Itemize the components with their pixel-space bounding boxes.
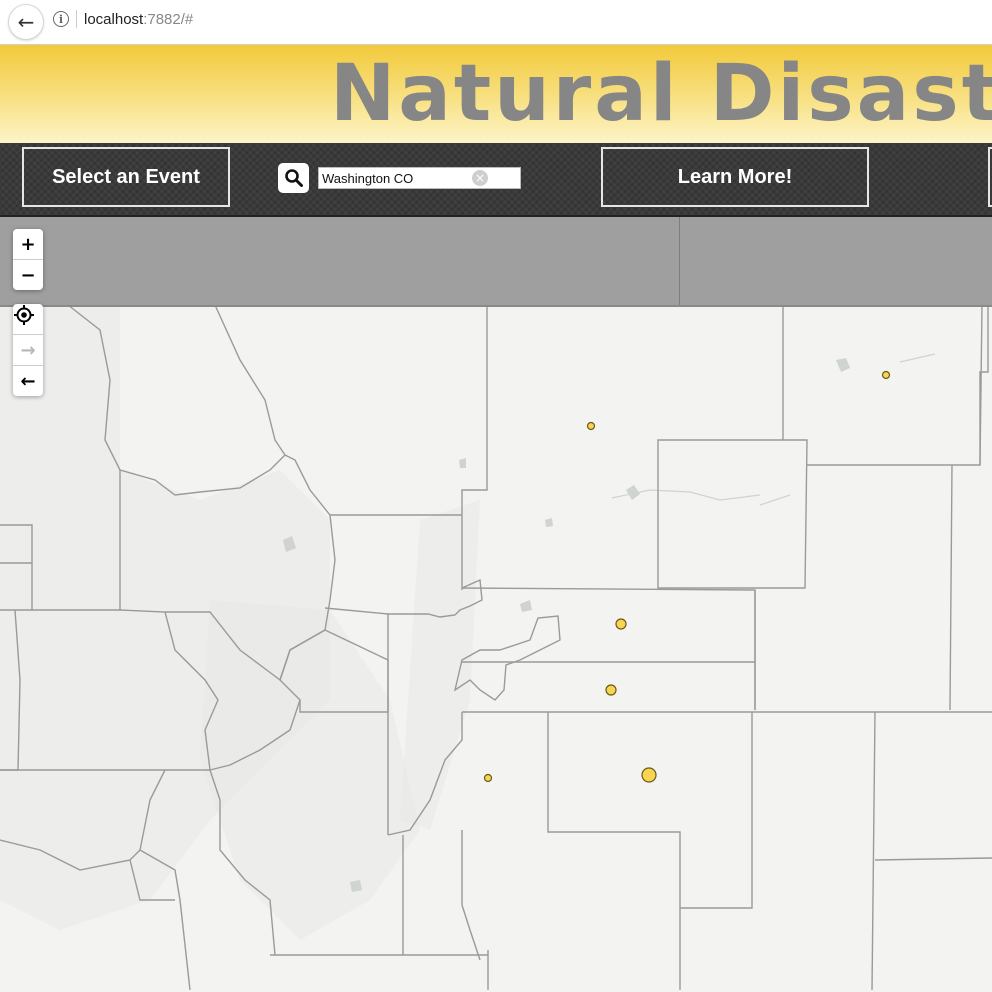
forward-extent-button[interactable]: →	[13, 334, 43, 365]
locate-crosshair-icon	[14, 305, 34, 325]
terrain-shading	[0, 305, 480, 940]
toolbar-button-partial[interactable]	[988, 147, 992, 207]
page-title: Natural Disaste	[330, 49, 992, 139]
previous-extent-button[interactable]: ←	[13, 365, 43, 396]
locate-button[interactable]	[13, 304, 43, 334]
zoom-in-button[interactable]: +	[13, 229, 43, 259]
search-icon	[284, 169, 303, 187]
arrow-left-icon: ←	[20, 370, 36, 392]
url-host: localhost	[84, 11, 144, 28]
arrow-left-icon: ←	[17, 10, 35, 34]
event-marker	[586, 421, 596, 431]
zoom-out-button[interactable]: −	[13, 259, 43, 290]
map-view[interactable]: + − → ←	[0, 217, 992, 992]
select-event-button[interactable]: Select an Event	[22, 147, 230, 207]
map-overlay-band	[0, 217, 992, 307]
event-markers	[483, 370, 891, 783]
event-marker	[483, 773, 493, 783]
map-canvas	[0, 249, 992, 991]
event-marker	[615, 618, 627, 630]
event-marker	[605, 684, 617, 696]
event-marker	[881, 370, 891, 380]
arrow-right-icon: →	[20, 339, 36, 361]
learn-more-button[interactable]: Learn More!	[601, 147, 869, 207]
browser-chrome: ← i localhost:7882/#	[0, 0, 992, 45]
search-input[interactable]	[318, 167, 521, 189]
clear-search-icon[interactable]: ×	[472, 170, 488, 186]
url-divider	[76, 10, 77, 28]
address-bar[interactable]: localhost:7882/#	[84, 11, 193, 28]
toolbar: Select an Event × Learn More!	[0, 143, 992, 217]
header-banner: Natural Disaste	[0, 45, 992, 143]
overlay-divider	[679, 217, 680, 305]
url-port-path: :7882/#	[143, 11, 194, 28]
navigation-control: → ←	[13, 304, 43, 396]
event-marker	[641, 767, 657, 783]
search-button[interactable]	[278, 163, 309, 193]
back-button[interactable]: ←	[8, 4, 44, 40]
zoom-control: + −	[13, 229, 43, 290]
info-icon[interactable]: i	[53, 11, 69, 27]
